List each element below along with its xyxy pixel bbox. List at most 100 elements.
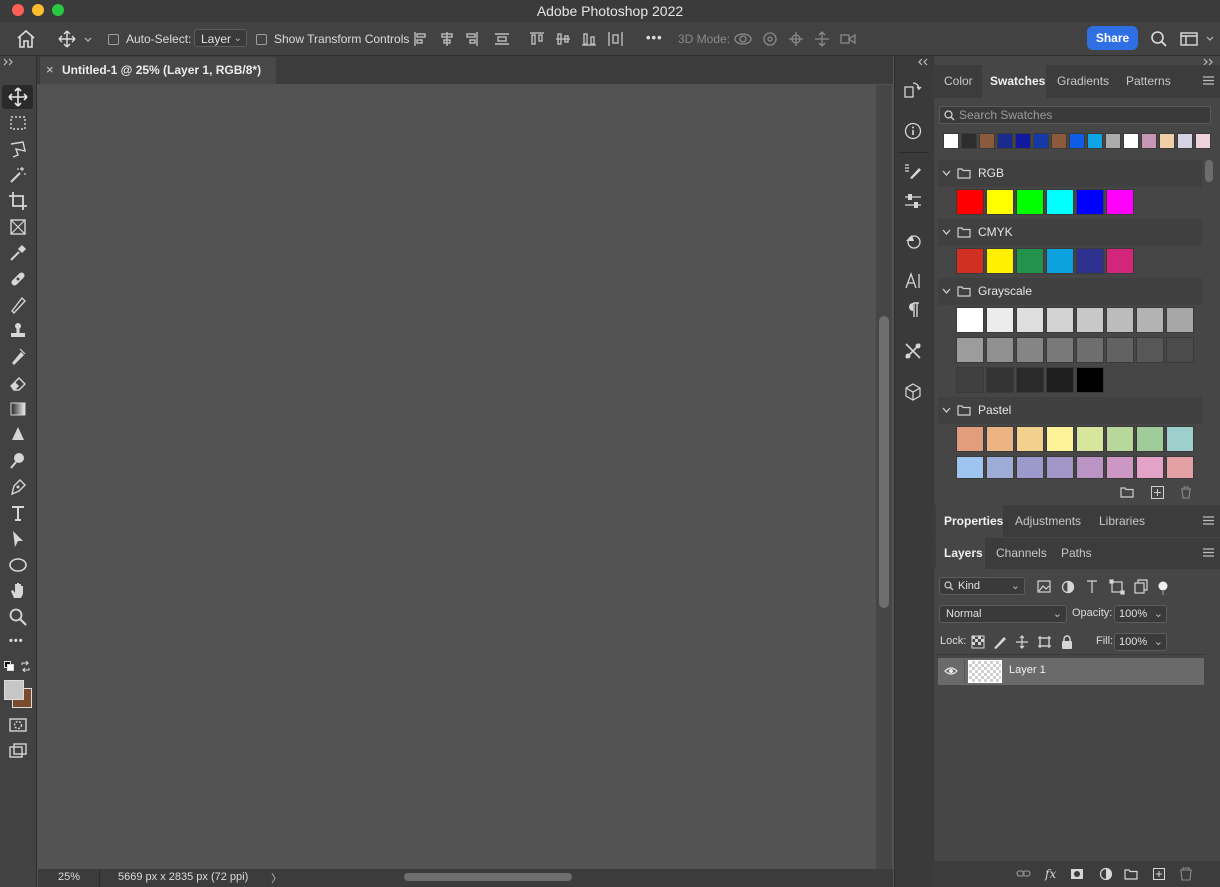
panel-menu-icon[interactable] bbox=[1203, 548, 1214, 557]
more-options-button[interactable]: ••• bbox=[646, 30, 663, 45]
swatch-search-field[interactable]: Search Swatches bbox=[939, 106, 1211, 124]
swatch[interactable] bbox=[1046, 426, 1074, 452]
clone-source-icon[interactable] bbox=[904, 232, 922, 250]
recent-swatch[interactable] bbox=[1087, 133, 1103, 149]
swatch[interactable] bbox=[1076, 189, 1104, 215]
swatch[interactable] bbox=[1046, 189, 1074, 215]
tab-paths[interactable]: Paths bbox=[1061, 546, 1092, 560]
swatch[interactable] bbox=[1106, 248, 1134, 274]
move-tool-preset-icon[interactable] bbox=[58, 29, 96, 49]
swatch[interactable] bbox=[956, 248, 984, 274]
recent-swatch[interactable] bbox=[1141, 133, 1157, 149]
marquee-tool-icon[interactable] bbox=[8, 113, 28, 133]
adjustments-sliders-icon[interactable] bbox=[904, 192, 922, 210]
quick-mask-icon[interactable] bbox=[8, 715, 28, 735]
new-swatch-icon[interactable] bbox=[1151, 486, 1164, 499]
swatch[interactable] bbox=[956, 456, 984, 479]
recent-swatch[interactable] bbox=[1069, 133, 1085, 149]
frame-tool-icon[interactable] bbox=[8, 217, 28, 237]
swatch[interactable] bbox=[1016, 307, 1044, 333]
swatch[interactable] bbox=[1106, 456, 1134, 479]
swatch[interactable] bbox=[956, 426, 984, 452]
recent-swatch[interactable] bbox=[1177, 133, 1193, 149]
swatch[interactable] bbox=[956, 307, 984, 333]
tab-patterns[interactable]: Patterns bbox=[1126, 74, 1171, 88]
swatch[interactable] bbox=[1076, 367, 1104, 393]
swatch[interactable] bbox=[1136, 307, 1164, 333]
path-selection-tool-icon[interactable] bbox=[8, 529, 28, 549]
move-tool-icon[interactable] bbox=[8, 87, 28, 107]
brush-tool-icon[interactable] bbox=[8, 295, 28, 315]
screen-mode-icon[interactable] bbox=[8, 741, 28, 761]
swatch-group-header[interactable]: CMYK bbox=[938, 219, 1202, 246]
swatch[interactable] bbox=[1016, 367, 1044, 393]
history-brush-tool-icon[interactable] bbox=[8, 347, 28, 367]
swatch[interactable] bbox=[1106, 189, 1134, 215]
tab-adjustments[interactable]: Adjustments bbox=[1015, 514, 1081, 528]
pen-tool-icon[interactable] bbox=[8, 477, 28, 497]
swatch[interactable] bbox=[1016, 337, 1044, 363]
recent-swatch[interactable] bbox=[943, 133, 959, 149]
swatch[interactable] bbox=[986, 337, 1014, 363]
default-colors-icon[interactable] bbox=[4, 661, 14, 671]
gradient-tool-icon[interactable] bbox=[8, 399, 28, 419]
magic-wand-tool-icon[interactable] bbox=[8, 165, 28, 185]
swatch-group-header[interactable]: Pastel bbox=[938, 397, 1202, 424]
paragraph-panel-icon[interactable] bbox=[904, 301, 922, 319]
chevron-down-icon[interactable] bbox=[942, 288, 951, 295]
info-panel-icon[interactable] bbox=[904, 122, 922, 140]
show-transform-checkbox[interactable] bbox=[256, 34, 267, 45]
collapse-arrows-icon[interactable] bbox=[3, 58, 15, 66]
home-icon[interactable] bbox=[15, 29, 37, 49]
recent-swatch[interactable] bbox=[1105, 133, 1121, 149]
swatch[interactable] bbox=[1076, 426, 1104, 452]
auto-select-dropdown[interactable]: Layer ⌄ bbox=[194, 29, 247, 47]
tab-layers[interactable]: Layers bbox=[944, 546, 983, 560]
swatch[interactable] bbox=[1166, 337, 1194, 363]
swatch[interactable] bbox=[1136, 426, 1164, 452]
crop-tool-icon[interactable] bbox=[8, 191, 28, 211]
panel-menu-icon[interactable] bbox=[1203, 516, 1214, 525]
zoom-tool-icon[interactable] bbox=[8, 607, 28, 627]
clone-stamp-tool-icon[interactable] bbox=[8, 321, 28, 341]
swatch[interactable] bbox=[986, 367, 1014, 393]
swatch[interactable] bbox=[986, 189, 1014, 215]
zoom-level[interactable]: 25% bbox=[58, 871, 80, 883]
auto-select-checkbox[interactable] bbox=[108, 34, 119, 45]
swatch[interactable] bbox=[1016, 189, 1044, 215]
share-button[interactable]: Share bbox=[1087, 26, 1138, 50]
ellipse-tool-icon[interactable] bbox=[8, 555, 28, 575]
tab-gradients[interactable]: Gradients bbox=[1057, 74, 1109, 88]
swatch[interactable] bbox=[1106, 337, 1134, 363]
recent-swatch[interactable] bbox=[1159, 133, 1175, 149]
swatch[interactable] bbox=[1166, 456, 1194, 479]
swatch[interactable] bbox=[986, 307, 1014, 333]
recent-swatch[interactable] bbox=[997, 133, 1013, 149]
edit-toolbar-button[interactable]: ••• bbox=[9, 635, 24, 647]
tab-swatches[interactable]: Swatches bbox=[990, 74, 1045, 88]
layer-thumbnail[interactable] bbox=[968, 660, 1002, 683]
layer-filter-kind-dropdown[interactable]: Kind ⌄ bbox=[939, 577, 1025, 595]
recent-swatch[interactable] bbox=[979, 133, 995, 149]
new-group-folder-icon[interactable] bbox=[1120, 486, 1134, 498]
type-tool-icon[interactable] bbox=[8, 503, 28, 523]
swatch[interactable] bbox=[1076, 307, 1104, 333]
swatch[interactable] bbox=[1166, 426, 1194, 452]
swatch[interactable] bbox=[1136, 337, 1164, 363]
chevron-down-icon[interactable] bbox=[942, 229, 951, 236]
canvas-area[interactable] bbox=[38, 85, 876, 869]
delete-swatch-icon[interactable] bbox=[1180, 486, 1192, 499]
swatches-scroll-thumb[interactable] bbox=[1205, 160, 1213, 182]
foreground-color-swatch[interactable] bbox=[4, 680, 24, 700]
swatch-group-header[interactable]: Grayscale bbox=[938, 278, 1202, 305]
swatch[interactable] bbox=[986, 426, 1014, 452]
opacity-input[interactable]: 100% ⌄ bbox=[1114, 605, 1167, 623]
swatch[interactable] bbox=[986, 248, 1014, 274]
collapse-dock-icon[interactable] bbox=[918, 58, 928, 66]
swatch[interactable] bbox=[1046, 248, 1074, 274]
swatch[interactable] bbox=[1016, 456, 1044, 479]
recent-swatch[interactable] bbox=[1195, 133, 1211, 149]
history-panel-icon[interactable] bbox=[904, 81, 922, 99]
tab-libraries[interactable]: Libraries bbox=[1099, 514, 1145, 528]
eraser-tool-icon[interactable] bbox=[8, 373, 28, 393]
